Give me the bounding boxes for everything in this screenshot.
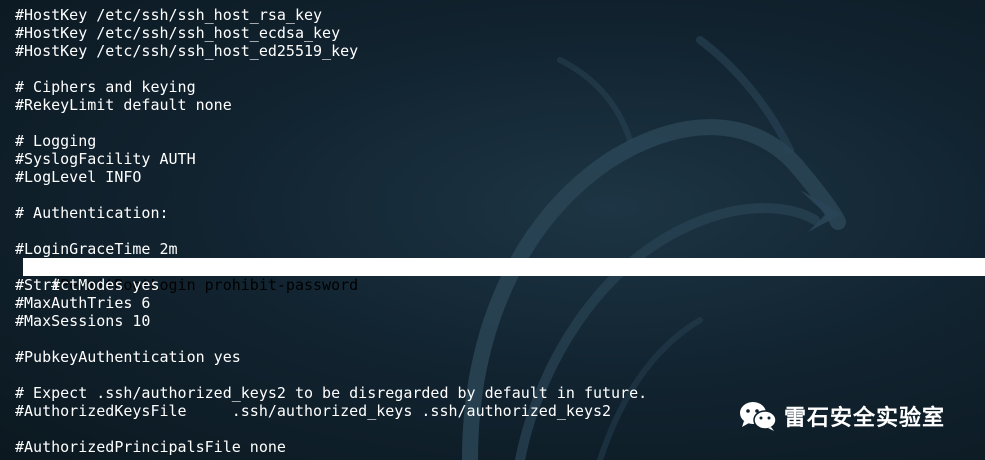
config-line: #RekeyLimit default none: [15, 96, 232, 114]
config-line: #StrictModes yes: [15, 276, 160, 294]
config-line: #HostKey /etc/ssh/ssh_host_ecdsa_key: [15, 24, 341, 42]
config-line: # Expect .ssh/authorized_keys2 to be dis…: [15, 384, 648, 402]
watermark-text: 雷石安全实验室: [784, 406, 946, 431]
config-line: # Logging: [15, 132, 97, 150]
config-line: #HostKey /etc/ssh/ssh_host_ed25519_key: [15, 42, 359, 60]
config-line: #LoginGraceTime 2m: [15, 240, 178, 258]
wechat-icon: [740, 402, 777, 431]
config-line: #PubkeyAuthentication yes: [15, 348, 241, 366]
watermark: 雷石安全实验室: [738, 398, 945, 434]
config-line-selected[interactable]: #PermitRootLogin prohibit-password: [15, 258, 358, 294]
terminal-window[interactable]: #HostKey /etc/ssh/ssh_host_rsa_key #Host…: [0, 0, 985, 460]
config-line: # Ciphers and keying: [15, 78, 196, 96]
config-line: #AuthorizedKeysFile .ssh/authorized_keys…: [15, 402, 612, 420]
config-line: #LogLevel INFO: [15, 168, 142, 186]
config-line: #MaxAuthTries 6: [15, 294, 151, 312]
config-line: #HostKey /etc/ssh/ssh_host_rsa_key: [15, 6, 323, 24]
config-line: #MaxSessions 10: [15, 312, 151, 330]
config-line: #AuthorizedPrincipalsFile none: [15, 438, 286, 456]
config-line: #SyslogFacility AUTH: [15, 150, 196, 168]
config-line: # Authentication:: [15, 204, 169, 222]
